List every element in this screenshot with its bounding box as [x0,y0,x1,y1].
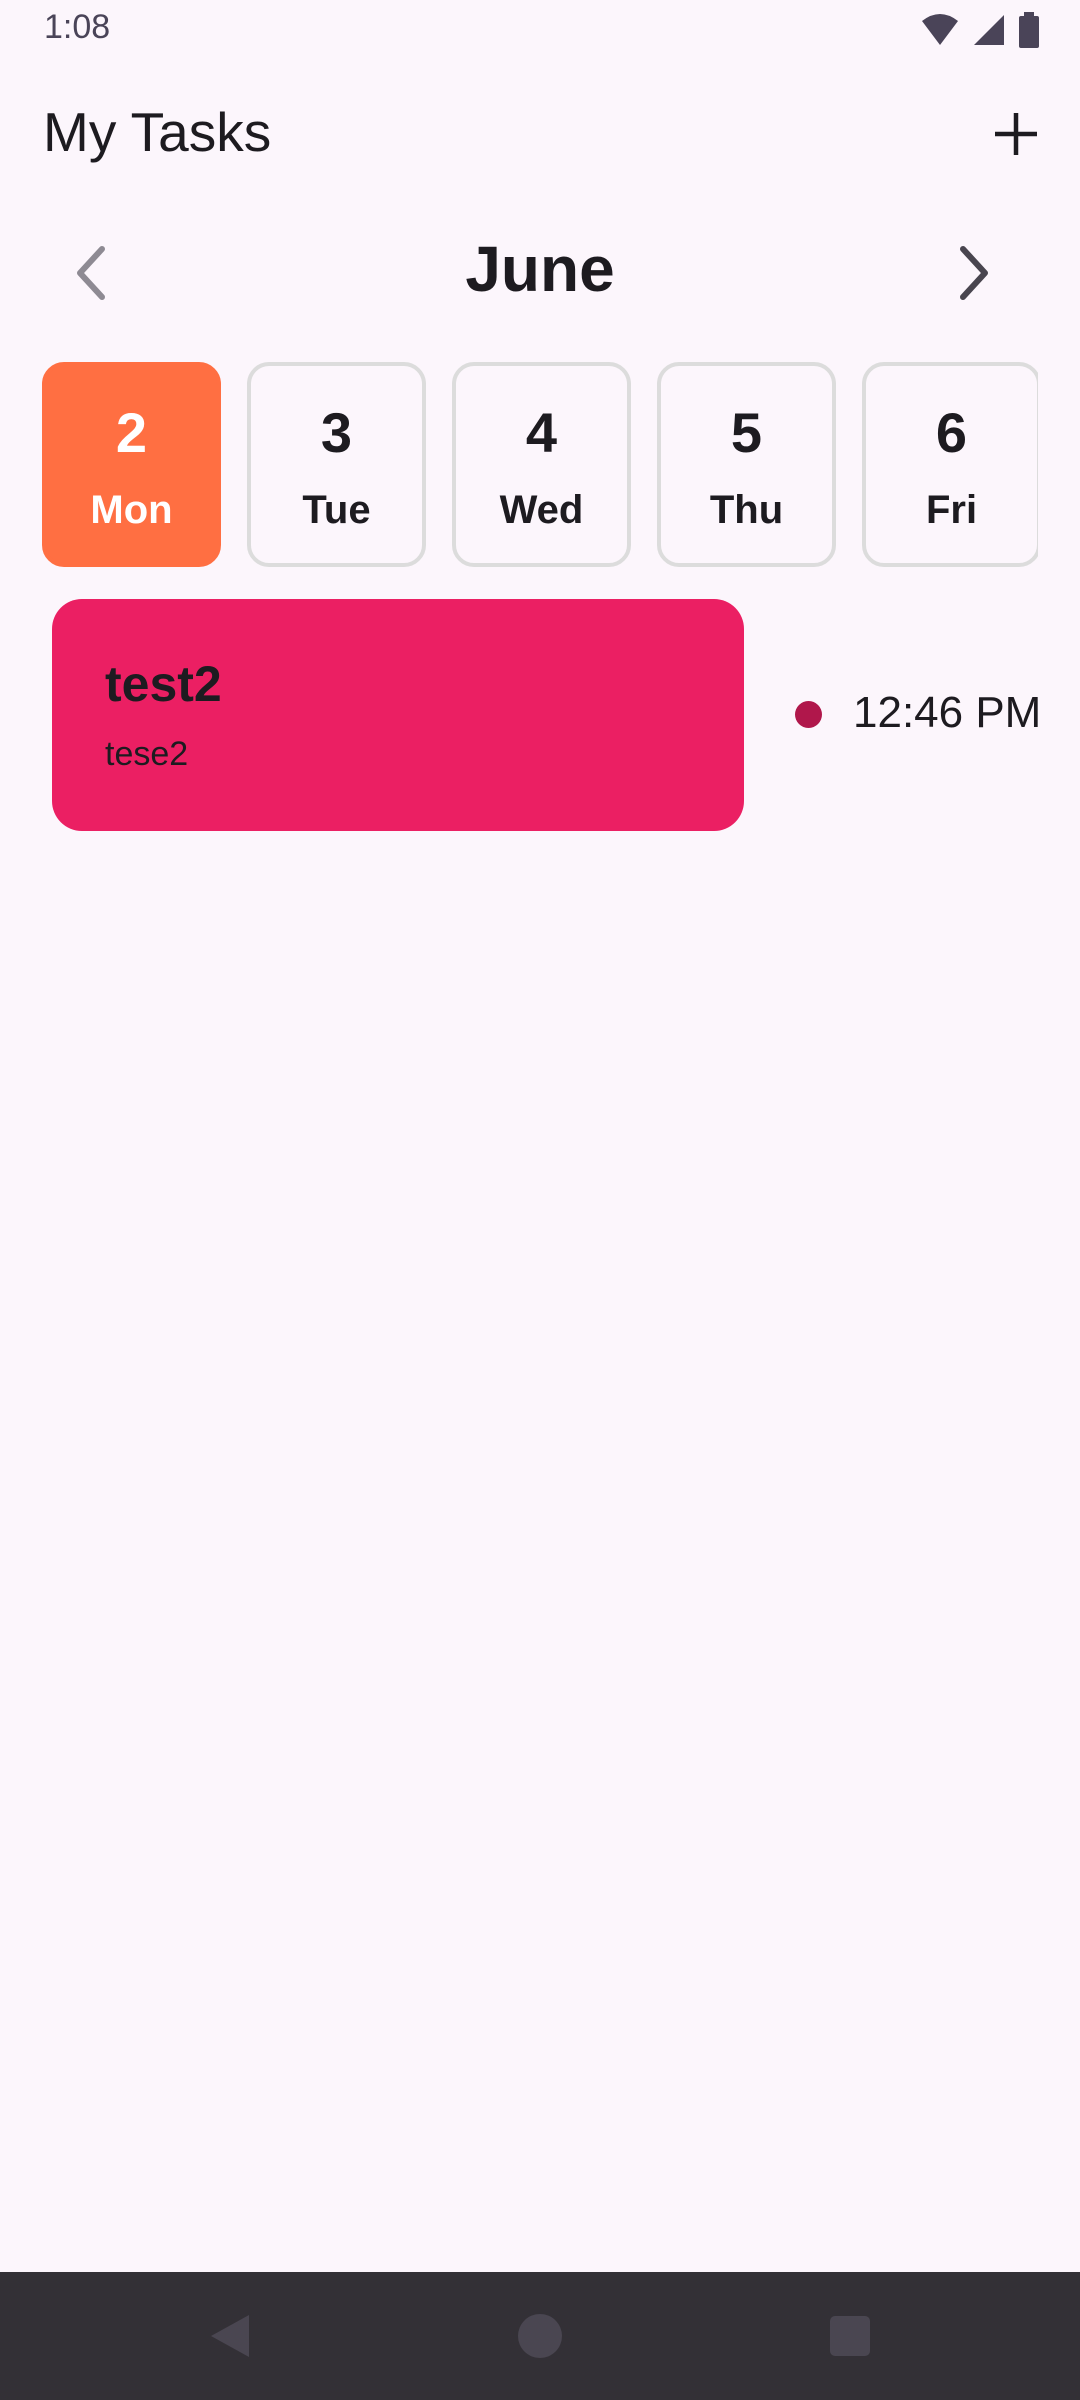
day-name: Thu [709,488,784,532]
system-nav-bar [0,2272,1080,2400]
day-card-wed[interactable]: 4 Wed [452,362,631,567]
task-description: tese2 [105,735,189,773]
home-icon [515,2311,565,2366]
status-icons [920,12,1040,48]
day-card-mon[interactable]: 2 Mon [42,362,221,567]
chevron-left-icon [72,243,108,308]
chevron-right-icon [957,243,993,308]
battery-icon [1018,12,1040,48]
plus-icon [991,109,1041,164]
signal-icon [972,13,1006,47]
day-number: 5 [730,401,763,464]
recents-icon [828,2314,872,2363]
task-status-dot [795,701,822,728]
recents-button[interactable] [810,2298,890,2378]
day-card-tue[interactable]: 3 Tue [247,362,426,567]
day-number: 4 [525,401,558,464]
day-name: Tue [302,488,371,532]
day-name: Wed [499,488,584,532]
day-strip[interactable]: 2 Mon 3 Tue 4 Wed 5 Thu 6 Fri [42,362,1038,572]
page-title: My Tasks [43,101,272,163]
task-card[interactable]: test2 tese2 [52,599,744,831]
task-time: 12:46 PM [853,688,1042,737]
status-time: 1:08 [44,8,111,46]
day-name: Mon [90,488,173,532]
back-icon [205,2311,255,2366]
home-button[interactable] [500,2298,580,2378]
day-card-thu[interactable]: 5 Thu [657,362,836,567]
back-button[interactable] [190,2298,270,2378]
day-number: 3 [320,401,353,464]
wifi-icon [920,13,960,47]
day-number: 2 [115,401,148,464]
status-bar: 1:08 [0,0,1080,62]
month-label: June [465,233,615,305]
next-month-button[interactable] [945,240,1005,310]
add-task-button[interactable] [980,100,1052,172]
prev-month-button[interactable] [60,240,120,310]
day-card-fri[interactable]: 6 Fri [862,362,1038,567]
day-name: Fri [925,488,978,532]
day-number: 6 [935,401,968,464]
task-title: test2 [105,656,222,712]
